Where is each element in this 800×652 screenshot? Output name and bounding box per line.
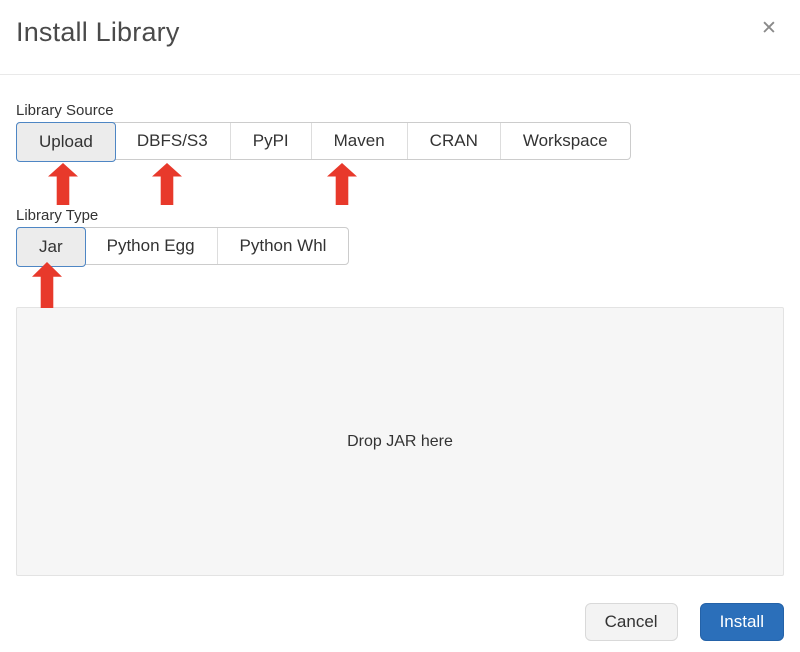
source-option-cran[interactable]: CRAN: [408, 123, 501, 159]
source-option-upload[interactable]: Upload: [16, 122, 116, 162]
dialog-footer: Cancel Install: [0, 603, 800, 641]
close-icon[interactable]: ✕: [754, 14, 784, 44]
dialog-header: Install Library ✕: [0, 0, 800, 75]
type-option-python-whl[interactable]: Python Whl: [218, 228, 349, 264]
library-type-group: Jar Python Egg Python Whl: [16, 227, 350, 267]
source-option-dbfs-s3[interactable]: DBFS/S3: [115, 123, 231, 159]
page-title: Install Library: [16, 17, 180, 47]
dialog-body: Library Source Upload DBFS/S3 PyPI Maven…: [0, 100, 800, 576]
source-option-workspace[interactable]: Workspace: [501, 123, 630, 159]
library-source-label: Library Source: [16, 102, 114, 119]
cancel-button[interactable]: Cancel: [584, 603, 678, 641]
source-option-pypi[interactable]: PyPI: [231, 123, 312, 159]
library-type-label: Library Type: [16, 207, 99, 224]
dropzone-text: Drop JAR here: [347, 432, 453, 450]
library-source-group: Upload DBFS/S3 PyPI Maven CRAN Workspace: [16, 122, 631, 162]
jar-dropzone[interactable]: Drop JAR here: [16, 307, 784, 576]
source-option-maven[interactable]: Maven: [312, 123, 408, 159]
type-option-jar[interactable]: Jar: [16, 227, 86, 267]
type-option-python-egg[interactable]: Python Egg: [85, 228, 218, 264]
install-button[interactable]: Install: [699, 603, 784, 641]
